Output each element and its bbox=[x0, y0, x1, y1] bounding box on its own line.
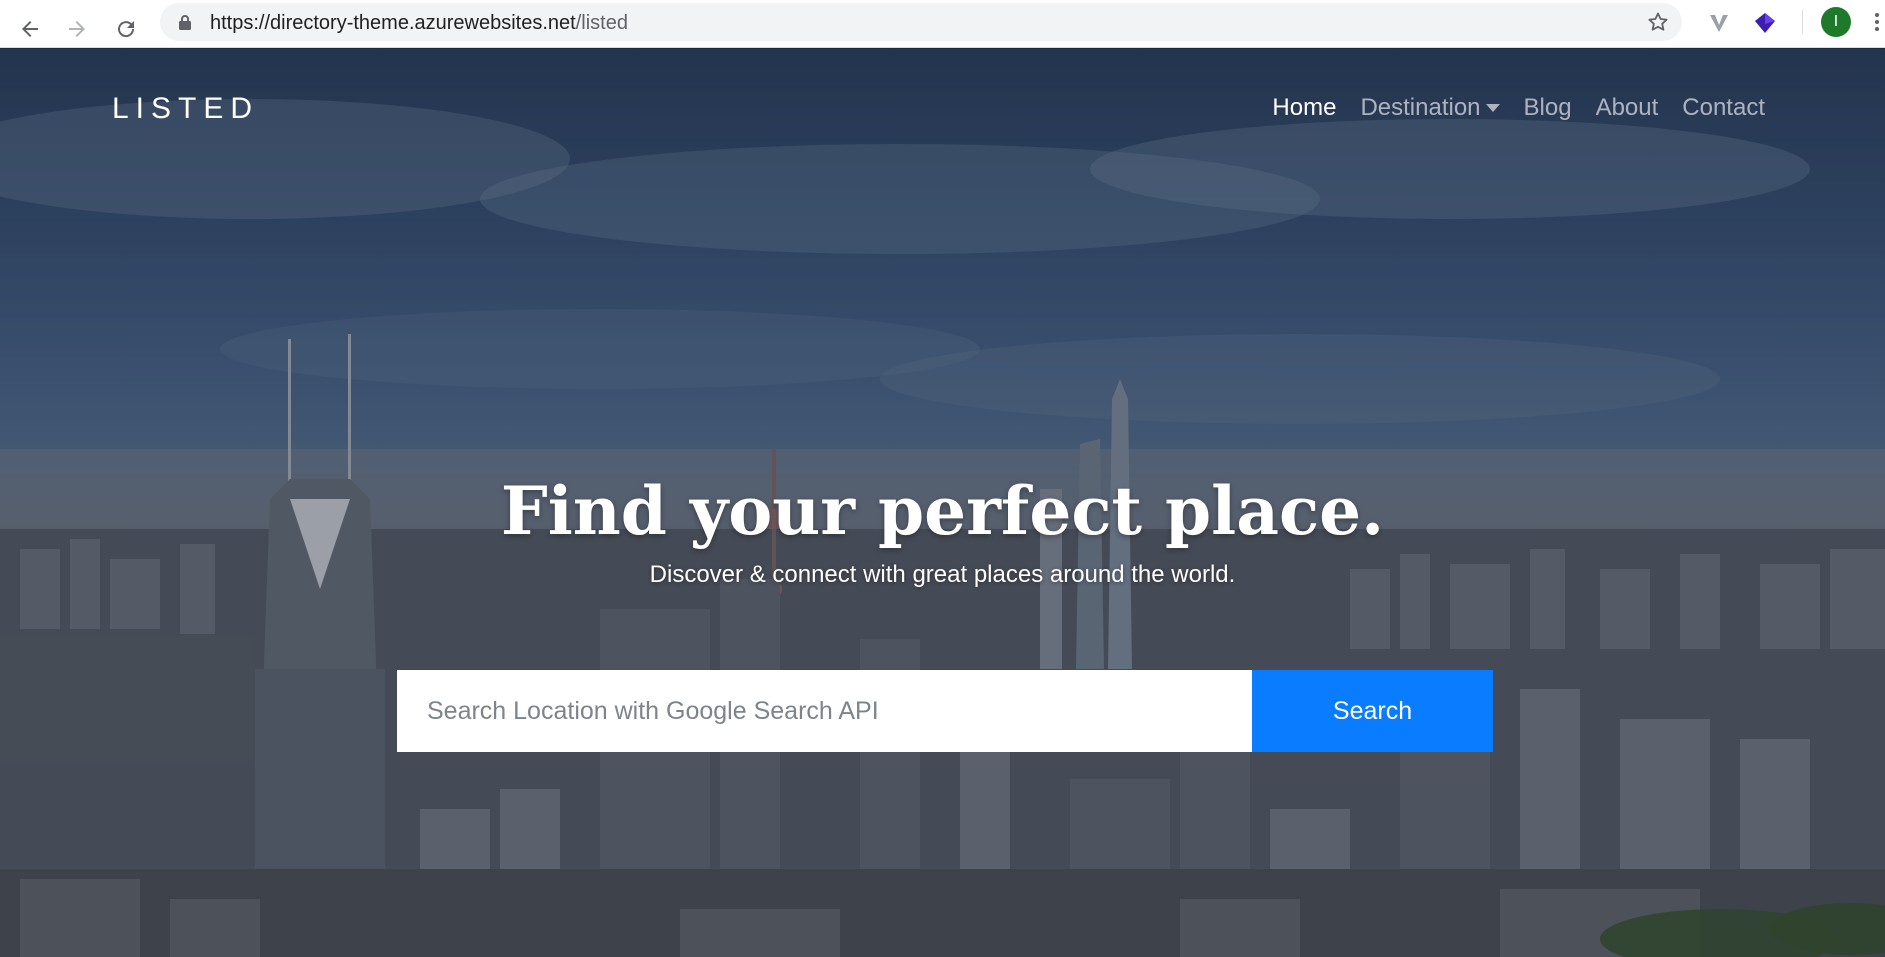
location-search-input[interactable] bbox=[397, 670, 1252, 752]
toolbar-divider bbox=[1802, 10, 1803, 34]
reload-icon bbox=[118, 21, 135, 38]
arrow-right-icon bbox=[69, 21, 85, 37]
nav-destination-label: Destination bbox=[1360, 94, 1481, 121]
url-path: /listed bbox=[575, 12, 628, 34]
address-bar[interactable]: https://directory-theme.azurewebsites.ne… bbox=[160, 3, 1682, 41]
url-host: https://directory-theme.azurewebsites.ne… bbox=[210, 12, 576, 34]
hero-subline: Discover & connect with great places aro… bbox=[649, 561, 1236, 588]
lock-icon bbox=[179, 15, 191, 30]
main-navigation: Home Destination Blog About Contact bbox=[1248, 94, 1765, 122]
nav-destination-dropdown[interactable]: Destination bbox=[1360, 94, 1500, 122]
nav-about[interactable]: About bbox=[1596, 94, 1659, 122]
hero-section: LISTED Home Destination Blog About Conta… bbox=[0, 49, 1885, 957]
nav-contact[interactable]: Contact bbox=[1682, 94, 1765, 122]
nav-blog[interactable]: Blog bbox=[1524, 94, 1572, 122]
url-text: https://directory-theme.azurewebsites.ne… bbox=[210, 12, 628, 34]
arrow-left-icon bbox=[22, 21, 38, 37]
search-button[interactable]: Search bbox=[1252, 670, 1493, 752]
hero-headline: Find your perfect place. bbox=[500, 472, 1385, 550]
extension-v-icon[interactable] bbox=[1705, 9, 1733, 37]
site-logo[interactable]: LISTED bbox=[112, 92, 259, 126]
back-button[interactable] bbox=[10, 9, 50, 49]
location-search-form: Search bbox=[397, 670, 1493, 752]
menu-kebab-icon[interactable] bbox=[1873, 10, 1885, 34]
caret-down-icon bbox=[1485, 104, 1500, 112]
nav-home[interactable]: Home bbox=[1272, 94, 1336, 122]
bookmark-star-icon[interactable] bbox=[1646, 10, 1670, 34]
reload-button[interactable] bbox=[106, 9, 146, 49]
profile-avatar[interactable]: I bbox=[1821, 7, 1851, 37]
forward-button[interactable] bbox=[57, 9, 97, 49]
extension-cube-icon[interactable] bbox=[1751, 9, 1779, 37]
browser-toolbar: https://directory-theme.azurewebsites.ne… bbox=[0, 0, 1885, 48]
